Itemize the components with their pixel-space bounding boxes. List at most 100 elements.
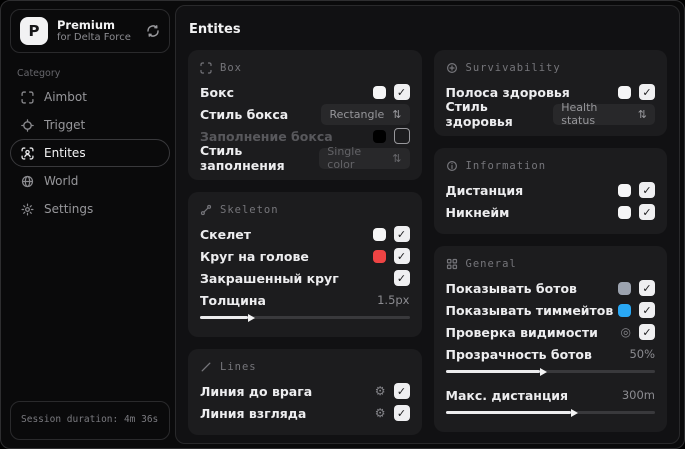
setting-row-box-style: Стиль бокса Rectangle ⇅: [200, 103, 410, 125]
slider-thumb[interactable]: [248, 313, 256, 322]
setting-row-filled-circle: Закрашенный круг ✓: [200, 267, 410, 289]
bone-icon: [200, 204, 212, 216]
fill-style-dropdown[interactable]: Single color ⇅: [319, 145, 410, 171]
checkbox-checked[interactable]: ✓: [639, 302, 655, 318]
setting-row-skeleton: Скелет ✓: [200, 223, 410, 245]
checkbox-checked[interactable]: ✓: [639, 84, 655, 100]
setting-label: Толщина: [200, 292, 266, 308]
color-swatch[interactable]: [372, 85, 386, 99]
sidebar-item-label: Trigget: [44, 118, 86, 132]
checkbox-unchecked[interactable]: [393, 128, 410, 144]
setting-label: Никнейм: [445, 204, 510, 220]
updown-arrows-icon: ⇅: [392, 107, 402, 121]
trigger-target-icon: [21, 118, 34, 132]
color-swatch[interactable]: [618, 205, 631, 219]
slider-track[interactable]: [200, 313, 410, 322]
aimbot-crosshair-icon: [21, 90, 34, 104]
color-swatch[interactable]: [372, 227, 386, 241]
color-swatch[interactable]: [618, 183, 631, 197]
checkbox-checked[interactable]: ✓: [393, 248, 410, 264]
visibility-icon: ◎: [620, 325, 631, 339]
line-settings-gear-icon[interactable]: ⚙: [375, 385, 386, 397]
line-icon: [200, 361, 212, 373]
gear-icon: [21, 202, 34, 216]
grid-icon: [446, 258, 458, 270]
updown-arrows-icon: ⇅: [637, 107, 647, 121]
color-swatch[interactable]: [372, 249, 386, 263]
card-skeleton: Skeleton Скелет ✓ Круг на голове ✓ Закра…: [188, 192, 422, 337]
brand-card: P Premium for Delta Force: [10, 9, 170, 53]
setting-label: Скелет: [200, 226, 252, 242]
card-title: Lines: [220, 361, 257, 373]
sidebar-item-world[interactable]: World: [10, 167, 170, 195]
globe-icon: [21, 175, 34, 188]
app-logo: P: [20, 17, 48, 45]
setting-row-boks: Бокс ✓: [200, 81, 410, 103]
card-title: Skeleton: [220, 204, 279, 216]
right-column: Survivability Полоса здоровья ✓ Стиль зд…: [433, 50, 667, 432]
card-survivability: Survivability Полоса здоровья ✓ Стиль зд…: [433, 50, 667, 136]
dropdown-value: Single color: [327, 145, 362, 171]
setting-label: Прозрачность ботов: [445, 346, 592, 362]
sidebar-item-label: Settings: [44, 202, 94, 216]
sidebar-item-settings[interactable]: Settings: [10, 195, 170, 223]
slider-track[interactable]: [445, 367, 655, 376]
sidebar-item-aimbot[interactable]: Aimbot: [10, 83, 170, 111]
checkbox-checked[interactable]: ✓: [393, 383, 410, 399]
setting-row-line-to-enemy: Линия до врага ⚙ ✓: [200, 380, 410, 402]
setting-label: Показывать ботов: [445, 280, 577, 296]
box-brackets-icon: [200, 62, 212, 74]
card-general: General Показывать ботов ✓ Показывать ти…: [433, 246, 667, 432]
setting-label: Линия до врага: [200, 383, 313, 399]
app-window: P Premium for Delta Force Category Aimbo…: [0, 0, 685, 449]
checkbox-checked[interactable]: ✓: [639, 280, 655, 296]
slider-value: 50%: [629, 347, 655, 361]
color-swatch[interactable]: [372, 129, 386, 143]
sidebar-item-label: Aimbot: [44, 90, 87, 104]
check-icon: ✓: [396, 271, 407, 285]
sidebar-item-entites[interactable]: Entites: [10, 139, 170, 167]
setting-label: Проверка видимости: [445, 324, 598, 340]
sidebar-nav: Aimbot Trigget Entites World Settings: [10, 83, 170, 223]
left-column: Box Бокс ✓ Стиль бокса Rectangle ⇅ Запол…: [188, 50, 422, 435]
color-swatch[interactable]: [618, 85, 631, 99]
slider-value: 300m: [621, 388, 655, 402]
dropdown-value: Health status: [561, 101, 598, 127]
color-swatch[interactable]: [618, 303, 631, 317]
card-skeleton-header: Skeleton: [200, 204, 410, 216]
checkbox-checked[interactable]: ✓: [639, 182, 655, 198]
checkbox-checked[interactable]: ✓: [393, 84, 410, 100]
slider-value: 1.5px: [377, 293, 410, 307]
checkbox-checked[interactable]: ✓: [639, 204, 655, 220]
setting-row-nickname: Никнейм ✓: [445, 201, 655, 223]
line-settings-gear-icon[interactable]: ⚙: [375, 407, 386, 419]
setting-row-fill-style: Стиль заполнения Single color ⇅: [200, 143, 410, 173]
color-swatch[interactable]: [618, 281, 631, 295]
thickness-slider[interactable]: [200, 311, 410, 326]
checkbox-checked[interactable]: ✓: [393, 226, 410, 242]
checkbox-checked[interactable]: ✓: [393, 405, 410, 421]
check-icon: ✓: [642, 183, 652, 197]
card-box: Box Бокс ✓ Стиль бокса Rectangle ⇅ Запол…: [188, 50, 422, 180]
health-style-dropdown[interactable]: Health status ⇅: [553, 101, 655, 127]
slider-thumb[interactable]: [571, 408, 579, 417]
checkbox-checked[interactable]: ✓: [393, 270, 410, 286]
setting-label: Линия взгляда: [200, 405, 307, 421]
check-icon: ✓: [396, 85, 407, 99]
setting-row-bot-opacity: Прозрачность ботов 50%: [446, 343, 656, 365]
card-title: Information: [465, 160, 547, 172]
sidebar-item-trigget[interactable]: Trigget: [10, 111, 170, 139]
check-icon: ✓: [396, 384, 407, 398]
box-style-dropdown[interactable]: Rectangle ⇅: [321, 103, 410, 125]
main-panel: Entites Box Бокс ✓ Стиль бокса Rectangle…: [175, 5, 680, 444]
slider-thumb[interactable]: [539, 367, 547, 376]
max-distance-slider[interactable]: [445, 406, 655, 421]
slider-track[interactable]: [445, 408, 655, 417]
bot-opacity-slider[interactable]: [445, 365, 655, 380]
checkbox-checked[interactable]: ✓: [639, 324, 655, 340]
sync-icon[interactable]: [146, 24, 160, 38]
setting-label: Круг на голове: [200, 248, 309, 264]
setting-row-max-distance: Макс. дистанция 300m: [446, 384, 656, 406]
card-title: General: [465, 258, 517, 270]
card-lines-header: Lines: [200, 361, 410, 373]
